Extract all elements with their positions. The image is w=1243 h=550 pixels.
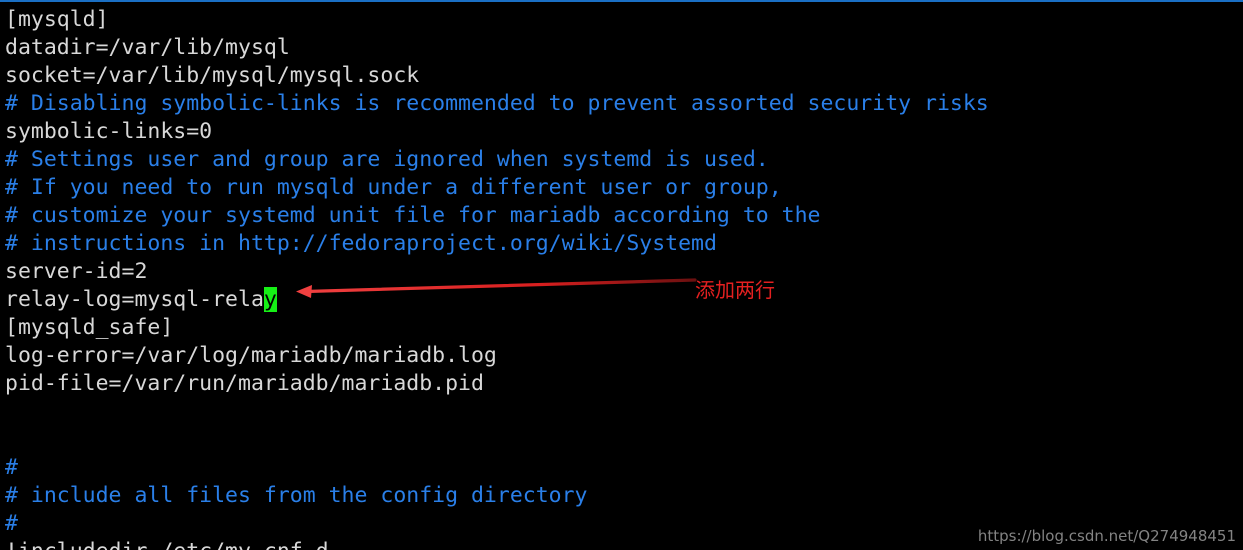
code-line[interactable]: # [5, 454, 1243, 482]
code-line-text: log-error=/var/log/mariadb/mariadb.log [5, 343, 497, 368]
terminal-text-area[interactable]: [mysqld] datadir=/var/lib/mysql socket=/va… [0, 0, 1243, 550]
code-line[interactable]: # instructions in http://fedoraproject.o… [5, 230, 1243, 258]
code-line-text: datadir=/var/lib/mysql [5, 35, 290, 60]
code-line[interactable]: [mysqld_safe] [5, 314, 1243, 342]
code-line[interactable]: # Settings user and group are ignored wh… [5, 146, 1243, 174]
code-line[interactable]: # include all files from the config dire… [5, 482, 1243, 510]
code-line[interactable] [5, 426, 1243, 454]
annotation-label: 添加两行 [695, 278, 775, 302]
code-line-text: # include all files from the config dire… [5, 483, 588, 508]
code-line[interactable]: # Disabling symbolic-links is recommende… [5, 90, 1243, 118]
code-line-text: # instructions in http://fedoraproject.o… [5, 231, 717, 256]
code-line-text: # [5, 511, 18, 536]
code-line[interactable]: # If you need to run mysqld under a diff… [5, 174, 1243, 202]
code-line[interactable]: datadir=/var/lib/mysql [5, 34, 1243, 62]
code-line-text: symbolic-links=0 [5, 119, 213, 144]
code-line[interactable]: socket=/var/lib/mysql/mysql.sock [5, 62, 1243, 90]
code-line-text: # [5, 455, 18, 480]
code-line-text: [mysqld] [5, 7, 109, 32]
code-line[interactable]: log-error=/var/log/mariadb/mariadb.log [5, 342, 1243, 370]
code-line-text: !includedir /etc/my.cnf.d [5, 539, 329, 550]
code-line-text: # If you need to run mysqld under a diff… [5, 175, 782, 200]
code-line-text: # Settings user and group are ignored wh… [5, 147, 769, 172]
code-line-text: socket=/var/lib/mysql/mysql.sock [5, 63, 420, 88]
terminal-window: [mysqld] datadir=/var/lib/mysql socket=/va… [0, 0, 1243, 550]
code-line[interactable] [5, 398, 1243, 426]
code-line[interactable]: # customize your systemd unit file for m… [5, 202, 1243, 230]
code-line[interactable]: symbolic-links=0 [5, 118, 1243, 146]
code-line[interactable]: server-id=2 [5, 258, 1243, 286]
code-line-text: server-id=2 [5, 259, 148, 284]
code-line[interactable]: [mysqld] [5, 6, 1243, 34]
code-line-text: # customize your systemd unit file for m… [5, 203, 821, 228]
code-line-text: relay-log=mysql-rela [5, 287, 264, 312]
code-line[interactable]: relay-log=mysql-relay [5, 286, 1243, 314]
text-cursor: y [263, 287, 277, 312]
watermark: https://blog.csdn.net/Q274948451 [977, 527, 1236, 545]
code-line-text: # Disabling symbolic-links is recommende… [5, 91, 989, 116]
code-line-text: pid-file=/var/run/mariadb/mariadb.pid [5, 371, 484, 396]
code-line-text: [mysqld_safe] [5, 315, 174, 340]
code-line[interactable]: pid-file=/var/run/mariadb/mariadb.pid [5, 370, 1243, 398]
